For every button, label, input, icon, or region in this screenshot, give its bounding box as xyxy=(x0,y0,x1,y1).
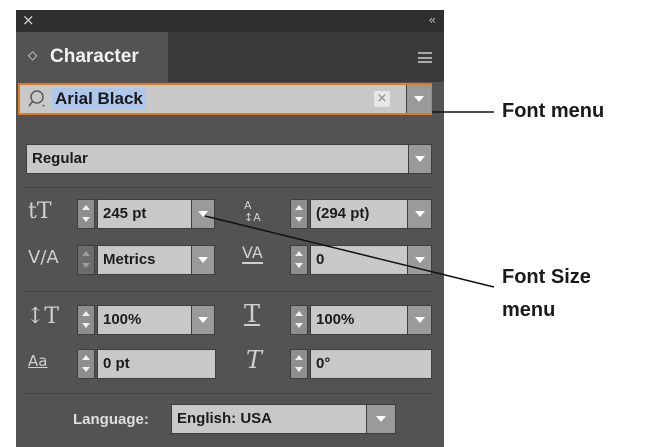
font-size-menu-callout-line1: Font Size xyxy=(502,266,591,288)
font-menu-callout: Font menu xyxy=(502,100,605,122)
callout-lines xyxy=(204,111,495,288)
font-size-menu-callout-line2: menu xyxy=(502,299,556,321)
font-size-menu-callout-line xyxy=(204,215,495,288)
